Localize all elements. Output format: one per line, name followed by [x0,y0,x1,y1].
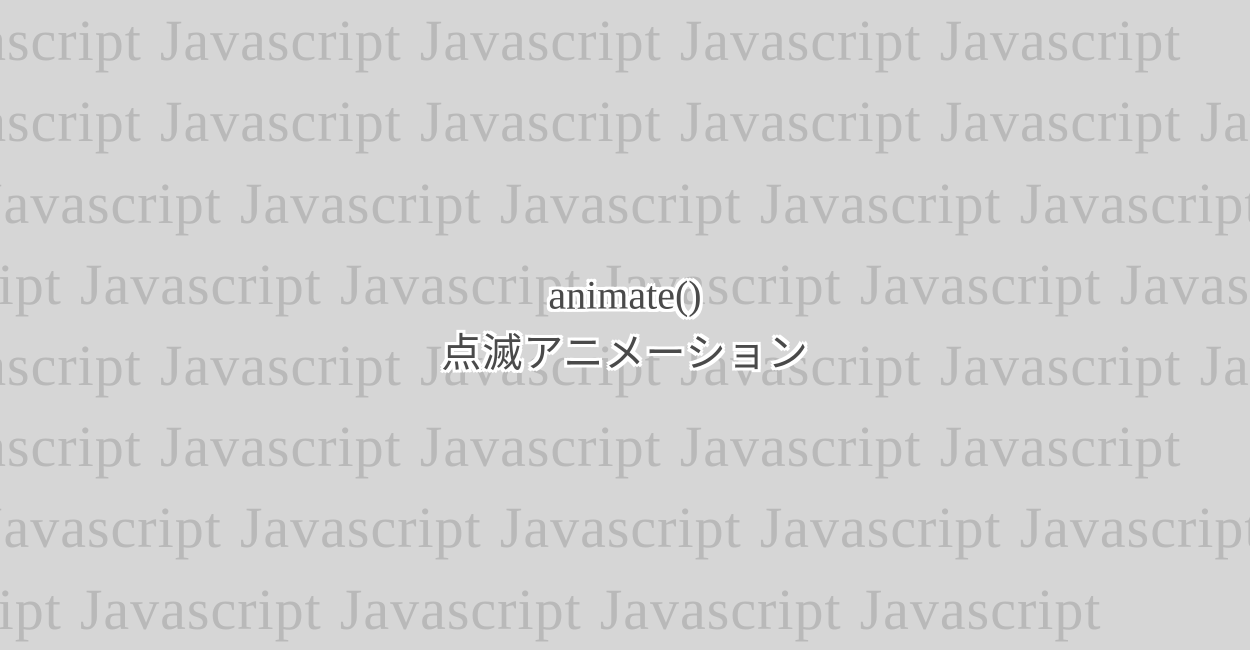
background-word: Javascript [240,495,482,560]
background-word: Javascript [160,8,402,73]
background-word: Javascript [420,414,662,479]
background-word: Javascript [940,89,1182,154]
background-word: Javascript [340,577,582,642]
background-word: Javascript [680,414,922,479]
background-word: Javascript [1120,252,1250,317]
background-word: Javascript [940,8,1182,73]
center-title: animate() 点滅アニメーション [441,272,808,379]
background-row: Javascript Javascript Javascript Javascript… [0,81,1250,162]
background-word: Javascript [0,333,142,398]
background-word: Javascript [760,171,1002,236]
background-word: Javascript [160,333,402,398]
background-word: Javascript [680,8,922,73]
background-word: Javascript [760,495,1002,560]
background-word: Javascript [680,89,922,154]
background-word: Javascript [940,333,1182,398]
background-word: Javascript [860,252,1102,317]
background-row: Javascript Javascript Javascript Javascript… [0,487,1250,568]
background-word: Javascript [160,414,402,479]
background-word: Javascript [500,171,742,236]
background-word: Javascript [0,252,62,317]
background-word: Javascript [0,8,142,73]
background-word: Javascript [420,89,662,154]
background-word: Javascript [0,89,142,154]
title-line-2: 点滅アニメーション [441,321,808,379]
background-word: Javascript [860,577,1102,642]
background-word: Javascript [0,414,142,479]
background-word: Javascript [940,414,1182,479]
background-word: Javascript [0,171,222,236]
title-line-1: animate() [441,272,808,319]
background-row: Javascript Javascript Javascript Javascript… [0,406,1250,487]
background-word: Javascript [1200,89,1250,154]
background-word: Javascript [600,577,842,642]
background-word: Javascript [80,577,322,642]
background-word: Javascript [160,89,402,154]
background-word: Javascript [0,495,222,560]
background-word: Javascript [1020,171,1250,236]
background-word: Javascript [0,577,62,642]
background-word: Javascript [500,495,742,560]
background-row: Javascript Javascript Javascript Javascript… [0,0,1250,81]
background-row: Javascript Javascript Javascript Javascript… [0,163,1250,244]
background-word: Javascript [1200,333,1250,398]
background-word: Javascript [240,171,482,236]
background-word: Javascript [80,252,322,317]
background-word: Javascript [1020,495,1250,560]
background-row: Javascript Javascript Javascript Javascript… [0,569,1250,650]
background-word: Javascript [420,8,662,73]
